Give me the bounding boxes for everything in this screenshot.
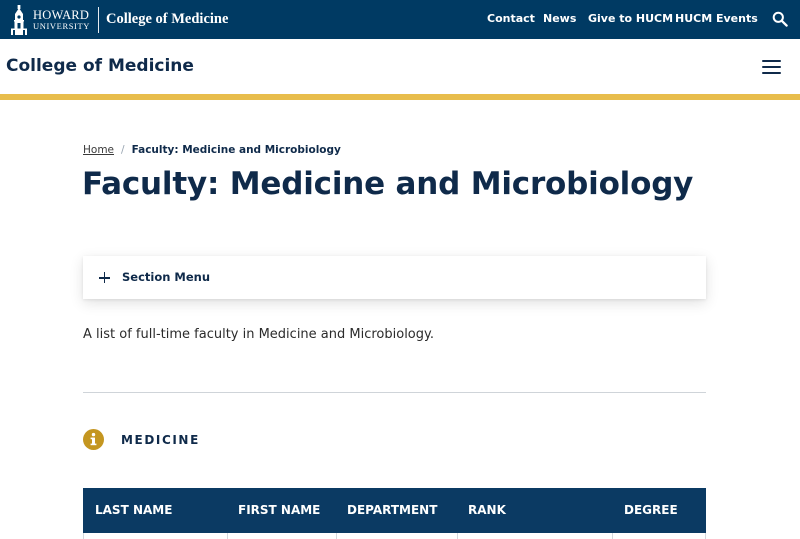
column-header-last-name[interactable]: LAST NAME	[95, 503, 172, 517]
founders-tower-icon	[11, 4, 27, 35]
column-header-department[interactable]: DEPARTMENT	[347, 503, 437, 517]
nav-link-contact[interactable]: Contact	[487, 12, 535, 25]
breadcrumb-current: Faculty: Medicine and Microbiology	[131, 144, 341, 156]
cell-border	[336, 533, 337, 539]
faculty-table: LAST NAME FIRST NAME DEPARTMENT RANK DEG…	[83, 488, 706, 539]
menu-bar-line	[762, 60, 781, 62]
logo-line-university: UNIVERSITY	[33, 21, 90, 31]
nav-link-give-to-hucm[interactable]: Give to HUCM	[588, 12, 673, 25]
column-header-first-name[interactable]: FIRST NAME	[238, 503, 320, 517]
table-header-row: LAST NAME FIRST NAME DEPARTMENT RANK DEG…	[83, 488, 706, 533]
plus-icon	[99, 272, 110, 283]
page-title: Faculty: Medicine and Microbiology	[82, 166, 694, 202]
breadcrumb-separator: /	[121, 144, 125, 156]
site-header: College of Medicine	[0, 39, 800, 94]
logo-college-name: College of Medicine	[106, 11, 229, 27]
site-title[interactable]: College of Medicine	[6, 56, 194, 76]
logo-line-howard: HOWARD	[33, 7, 90, 22]
top-utility-bar: HOWARD UNIVERSITY College of Medicine Co…	[0, 0, 800, 39]
breadcrumb-home-link[interactable]: Home	[83, 144, 114, 156]
intro-text: A list of full-time faculty in Medicine …	[83, 327, 434, 342]
section-heading-medicine: MEDICINE	[121, 433, 200, 447]
nav-link-news[interactable]: News	[543, 12, 576, 25]
menu-bar-line	[762, 72, 781, 74]
nav-link-hucm-events[interactable]: HUCM Events	[675, 12, 758, 25]
menu-bar-line	[762, 66, 781, 68]
logo-divider	[98, 6, 99, 33]
cell-border	[457, 533, 458, 539]
table-row	[83, 533, 706, 539]
section-menu-toggle[interactable]: Section Menu	[83, 256, 706, 299]
column-header-rank[interactable]: RANK	[468, 503, 506, 517]
content-divider	[83, 392, 706, 393]
howard-university-logo[interactable]: HOWARD UNIVERSITY College of Medicine	[10, 4, 228, 35]
section-menu-label: Section Menu	[122, 270, 211, 284]
gold-accent-bar	[0, 94, 800, 100]
breadcrumb: Home / Faculty: Medicine and Microbiolog…	[83, 144, 341, 156]
search-icon[interactable]	[772, 11, 788, 27]
cell-border	[612, 533, 613, 539]
cell-border	[227, 533, 228, 539]
info-icon	[83, 429, 104, 450]
hamburger-menu-icon[interactable]	[762, 60, 781, 74]
column-header-degree[interactable]: DEGREE	[624, 503, 678, 517]
logo-wordmark: HOWARD UNIVERSITY	[33, 7, 90, 31]
